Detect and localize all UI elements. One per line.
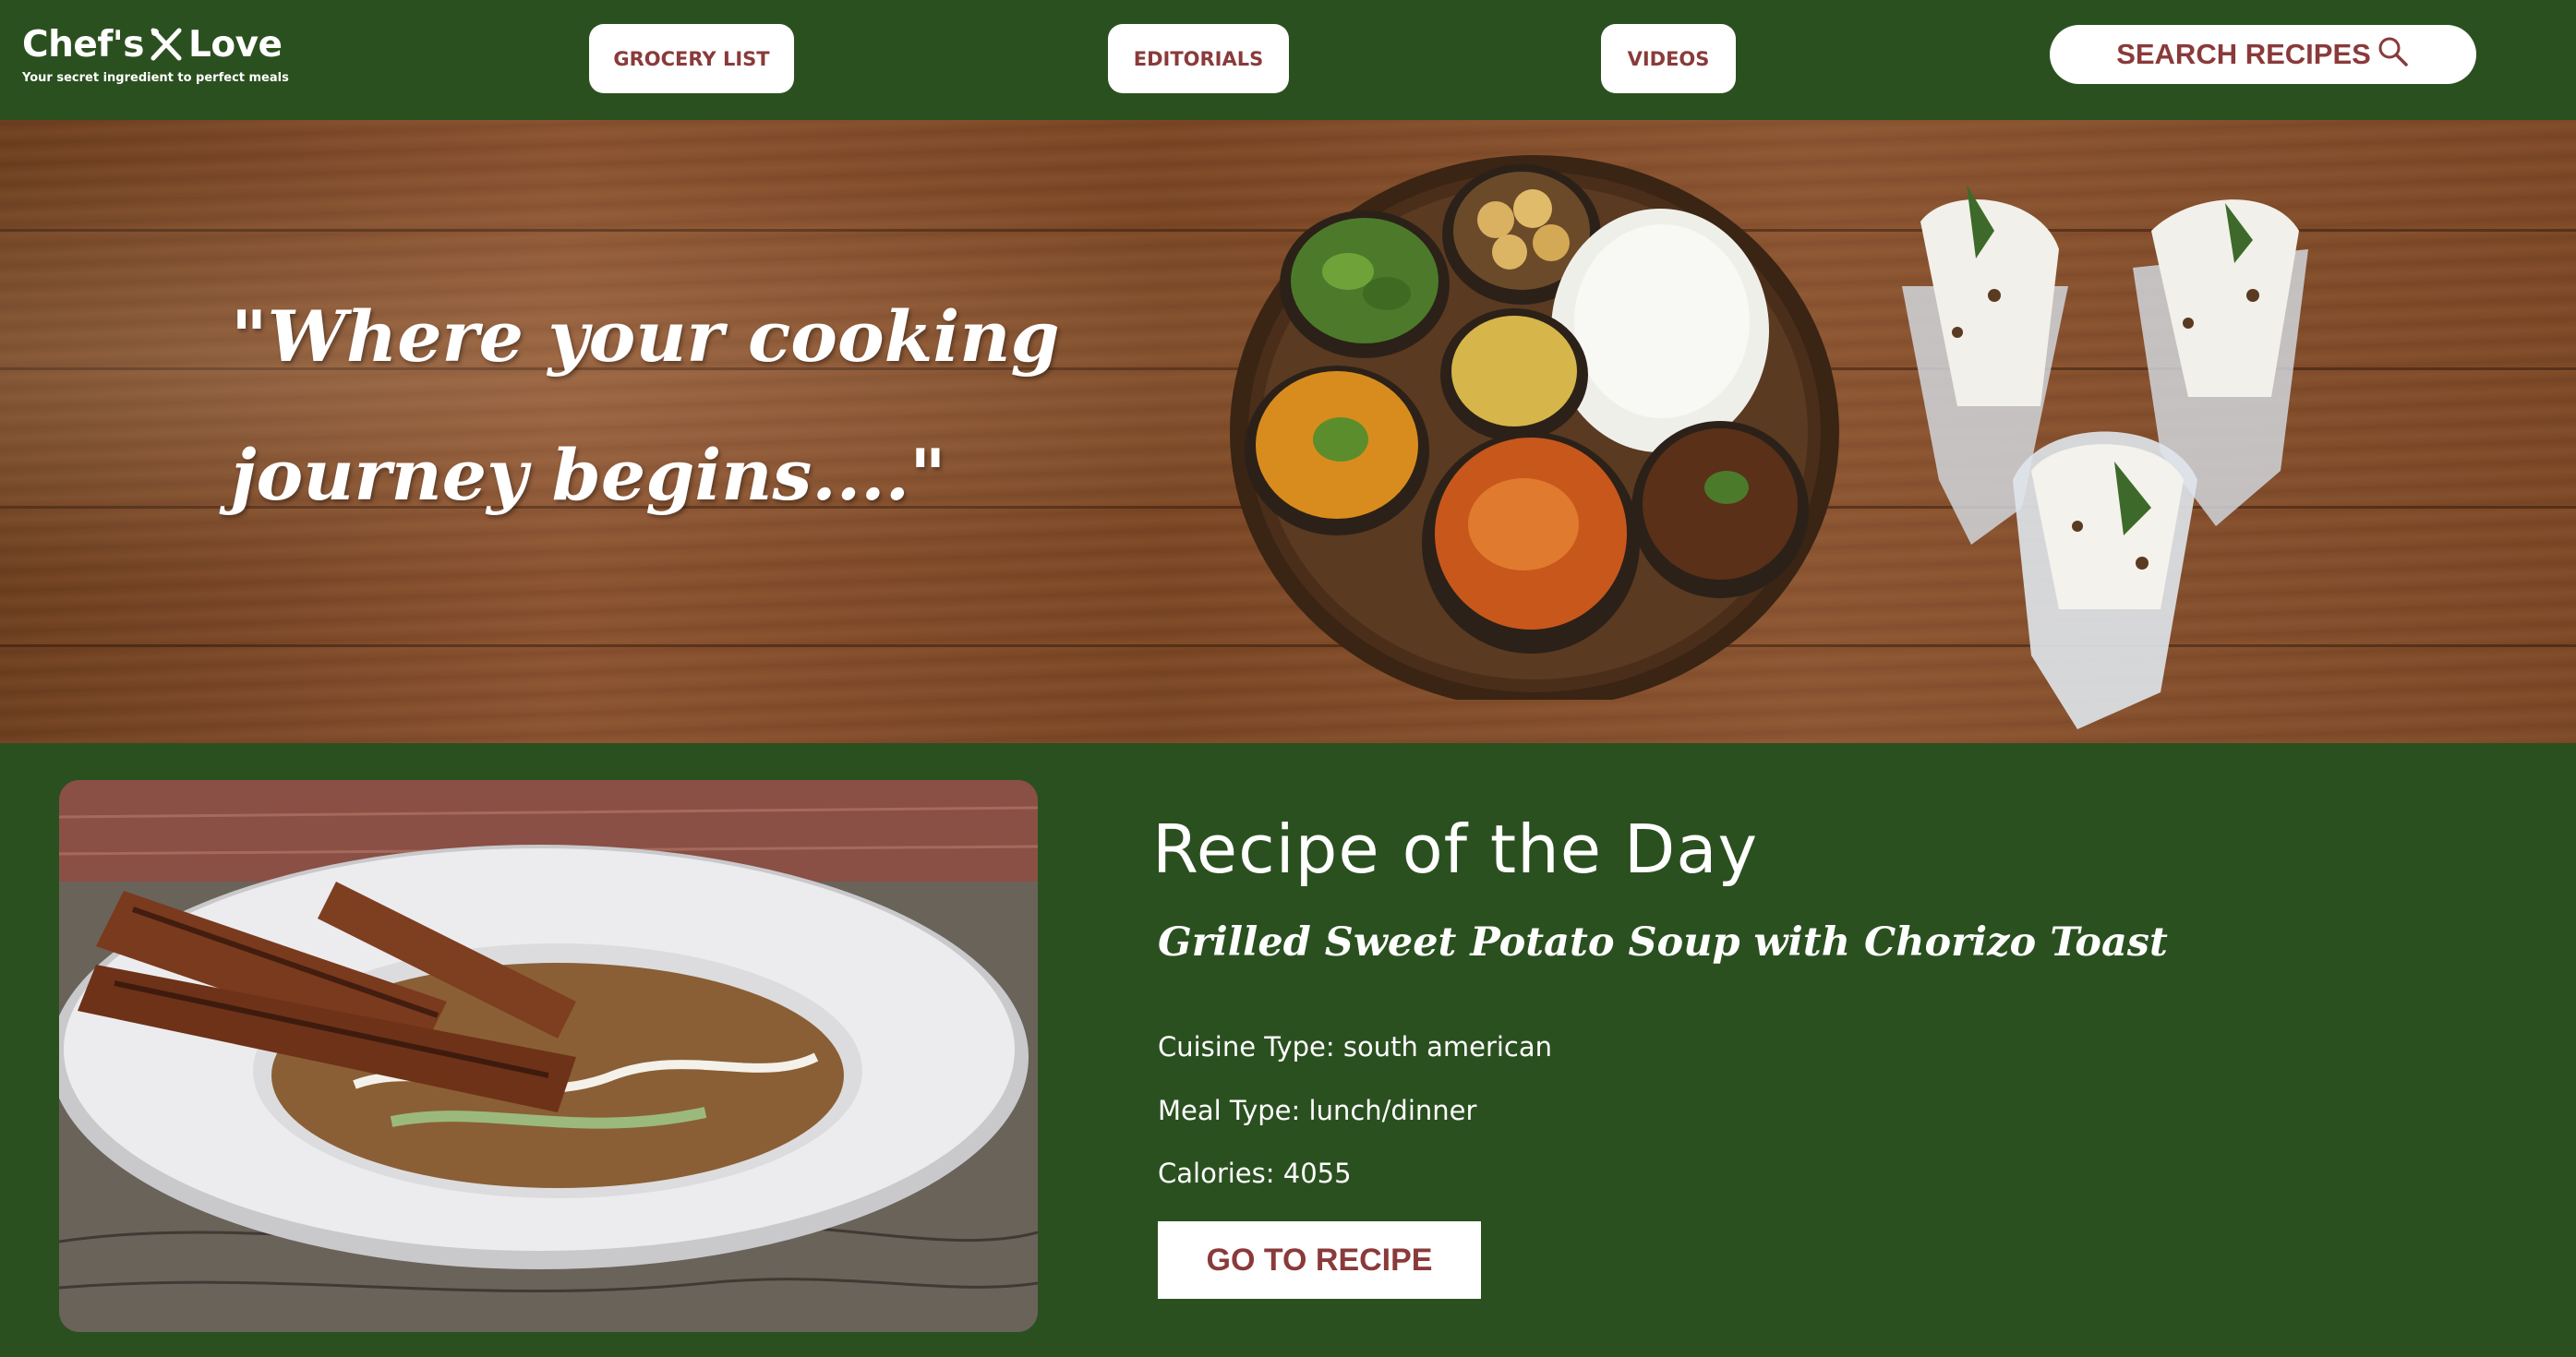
hero-quote-line-2: journey begins....": [231, 434, 946, 516]
logo-wordmark: Chef's Love: [22, 24, 289, 66]
thali-plate-image: [1230, 155, 1839, 700]
crossed-fork-knife-icon: [150, 28, 182, 60]
brand-name-left: Chef's: [22, 24, 144, 66]
search-recipes-label: SEARCH RECIPES: [2116, 38, 2371, 70]
recipe-name[interactable]: Grilled Sweet Potato Soup with Chorizo T…: [1158, 919, 2168, 966]
nav-editorials-button[interactable]: EDITORIALS: [1108, 24, 1289, 93]
meal-type: Meal Type: lunch/dinner: [1158, 1095, 1477, 1126]
cuisine-type: Cuisine Type: south american: [1158, 1031, 1553, 1063]
hero-quote-line-1: "Where your cooking: [231, 295, 1060, 378]
search-recipes-button[interactable]: SEARCH RECIPES: [2050, 25, 2476, 84]
brand-name-right: Love: [187, 24, 283, 66]
calories: Calories: 4055: [1158, 1158, 1352, 1189]
brand-logo[interactable]: Chef's Love Your secret ingredient to pe…: [22, 24, 289, 85]
recipe-of-the-day-heading: Recipe of the Day: [1152, 811, 1759, 888]
hero-quote: "Where your cooking journey begins....": [231, 268, 1062, 545]
nav-grocery-list-button[interactable]: GROCERY LIST: [589, 24, 794, 93]
brand-tagline: Your secret ingredient to perfect meals: [22, 71, 289, 85]
recipe-photo[interactable]: [59, 780, 1038, 1332]
nav-videos-button[interactable]: VIDEOS: [1601, 24, 1736, 93]
go-to-recipe-button[interactable]: GO TO RECIPE: [1158, 1221, 1481, 1299]
dessert-cups-image: [1902, 185, 2308, 729]
soup-bowl-image: [59, 780, 1038, 1332]
site-header: Chef's Love Your secret ingredient to pe…: [0, 0, 2576, 120]
search-icon: [2378, 37, 2408, 66]
